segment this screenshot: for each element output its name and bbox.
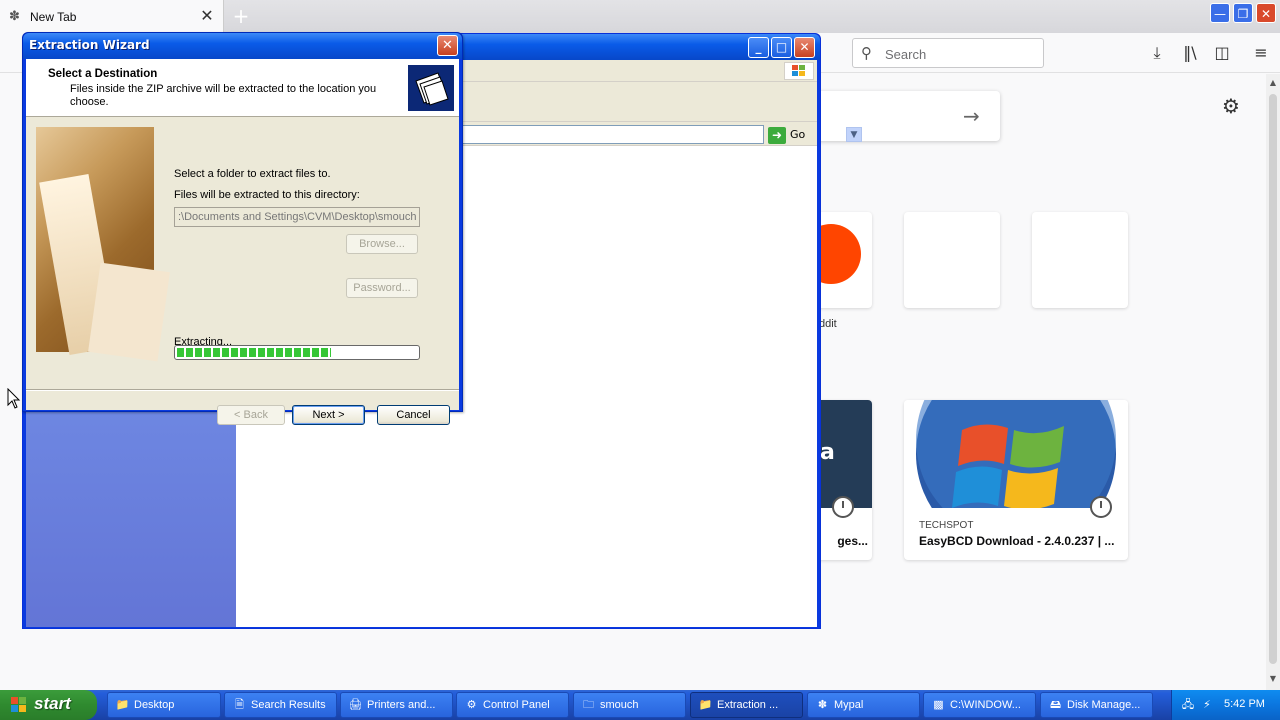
taskbar-item-control-panel[interactable]: ⚙ Control Panel [456, 692, 569, 718]
taskbar-item-extraction[interactable]: 📁 Extraction ... [690, 692, 803, 718]
browse-button[interactable]: Browse... [346, 234, 418, 254]
start-button[interactable]: start [0, 690, 97, 720]
taskbar: start 📁 Desktop 🗎 Search Results 🖨 Printers… [0, 690, 1280, 720]
zip-folder-icon: 🗀 [583, 699, 594, 711]
clock[interactable]: 5:42 PM [1224, 698, 1265, 710]
taskbar-item-printers[interactable]: 🖨 Printers and... [340, 692, 453, 718]
windows-flag-icon [11, 697, 26, 712]
taskbar-item-disk-management[interactable]: 🖴 Disk Manage... [1040, 692, 1153, 718]
printer-icon: 🖨 [348, 699, 363, 711]
wizard-title: Extraction Wizard [29, 38, 150, 52]
taskbar-item-label: Printers and... [367, 699, 436, 711]
progress-fill [177, 348, 331, 357]
password-button[interactable]: Password... [346, 278, 418, 298]
extraction-wizard-dialog: Extraction Wizard ✕ Select a Destination… [22, 32, 463, 425]
mypal-icon: ✽ [817, 699, 828, 711]
paper-shape [88, 262, 170, 362]
disk-management-icon: 🖴 [1049, 699, 1062, 711]
scroll-down-icon[interactable]: ▼ [1268, 674, 1278, 684]
chevron-down-icon[interactable]: ▼ [846, 127, 862, 142]
cmd-icon: ▩ [933, 699, 944, 711]
folder-icon: 📁 [115, 699, 130, 711]
taskbar-item-label: Disk Manage... [1067, 699, 1141, 711]
wizard-header-title: Select a Destination [48, 68, 158, 80]
card-source: TECHSPOT [919, 520, 974, 531]
taskbar-item-label: Search Results [251, 699, 326, 711]
go-label: Go [790, 128, 806, 141]
go-arrow-icon: ➜ [768, 126, 786, 144]
search-placeholder: Search [885, 47, 927, 62]
topsite-empty[interactable] [1032, 212, 1128, 308]
taskbar-item-mypal[interactable]: ✽ Mypal [807, 692, 920, 718]
taskbar-item-desktop[interactable]: 📁 Desktop [107, 692, 221, 718]
wizard-header: Select a Destination Files inside the ZI… [26, 59, 459, 117]
safely-remove-icon[interactable]: ⚡ [1199, 698, 1215, 712]
topsite-empty[interactable] [904, 212, 1000, 308]
gear-icon[interactable]: ⚙ [1222, 94, 1240, 118]
cancel-button[interactable]: Cancel [377, 405, 450, 425]
windows-flag-icon [784, 62, 814, 80]
minimize-icon[interactable]: _ [748, 37, 769, 58]
start-label: start [34, 694, 71, 713]
menu-icon[interactable]: ≡ [1250, 42, 1272, 64]
close-icon[interactable]: ✕ [437, 35, 458, 56]
taskbar-item-label: Extraction ... [717, 699, 779, 711]
search-input[interactable]: ⚲ Search [852, 38, 1044, 68]
card-title: EasyBCD Download - 2.4.0.237 | ... [919, 534, 1115, 548]
folder-icon: 📁 [698, 699, 713, 711]
wizard-header-subtitle: Files inside the ZIP archive will be ext… [70, 83, 377, 108]
mouse-cursor-icon [7, 388, 21, 409]
scrollbar-thumb[interactable] [1269, 94, 1277, 664]
wizard-side-image [36, 127, 170, 362]
search-icon: ⚲ [861, 44, 872, 62]
go-button[interactable]: ➜ Go [768, 125, 814, 144]
control-panel-icon: ⚙ [466, 699, 477, 711]
taskbar-item-label: Control Panel [483, 699, 550, 711]
taskbar-item-label: Desktop [134, 699, 175, 711]
tab-title: New Tab [30, 10, 77, 24]
download-icon[interactable]: ⤓ [1146, 42, 1168, 64]
card-thumbnail-letter: a [820, 440, 835, 465]
maximize-icon[interactable]: □ [771, 37, 792, 58]
taskbar-item-label: smouch [600, 699, 639, 711]
taskbar-item-label: C:\WINDOW... [950, 699, 1021, 711]
directory-label: Files will be extracted to this director… [174, 189, 360, 201]
topsite-reddit-label: ddit [819, 318, 837, 330]
tab-bar: ✽ New Tab ✕ + — ❐ ✕ [0, 0, 1280, 33]
firefox-tab-icon: ✽ [9, 9, 20, 24]
page-scrollbar[interactable]: ▲ ▼ [1266, 74, 1280, 690]
arrow-right-icon[interactable]: → [963, 104, 980, 128]
restore-icon[interactable]: ❐ [1233, 3, 1253, 23]
close-window-icon[interactable]: ✕ [1256, 3, 1276, 23]
folder-files-icon [407, 64, 455, 112]
wizard-client-area: Select a Destination Files inside the ZI… [26, 59, 459, 425]
taskbar-item-cmd[interactable]: ▩ C:\WINDOW... [923, 692, 1036, 718]
sidebar-icon[interactable]: ◫ [1211, 42, 1233, 64]
library-icon[interactable]: ‖\ [1179, 42, 1201, 64]
minimize-icon[interactable]: — [1210, 3, 1230, 23]
close-tab-icon[interactable]: ✕ [198, 7, 216, 25]
close-icon[interactable]: ✕ [794, 37, 815, 58]
extraction-progress-bar [174, 345, 420, 360]
highlight-card-techspot[interactable]: TECHSPOT EasyBCD Download - 2.4.0.237 | … [904, 400, 1128, 560]
taskbar-item-search-results[interactable]: 🗎 Search Results [224, 692, 337, 718]
search-results-icon: 🗎 [235, 699, 244, 711]
next-button[interactable]: Next > [292, 405, 365, 425]
taskbar-item-smouch[interactable]: 🗀 smouch [573, 692, 686, 718]
destination-field[interactable]: :\Documents and Settings\CVM\Desktop\smo… [174, 207, 420, 227]
windows-logo-thumbnail [904, 400, 1128, 508]
back-button[interactable]: < Back [217, 405, 285, 425]
system-tray: 🖧 ⚡ 5:42 PM [1171, 690, 1280, 720]
taskbar-item-label: Mypal [834, 699, 864, 711]
clock-icon [1090, 496, 1112, 518]
new-tab-plus-icon[interactable]: + [230, 6, 252, 28]
select-folder-label: Select a folder to extract files to. [174, 168, 331, 180]
scroll-up-icon[interactable]: ▲ [1268, 78, 1278, 88]
tab-new-tab[interactable]: ✽ New Tab ✕ [0, 0, 224, 33]
wizard-titlebar[interactable]: Extraction Wizard ✕ [23, 33, 462, 59]
clock-icon [832, 496, 854, 518]
network-icon[interactable]: 🖧 [1180, 698, 1196, 712]
divider [26, 389, 459, 391]
